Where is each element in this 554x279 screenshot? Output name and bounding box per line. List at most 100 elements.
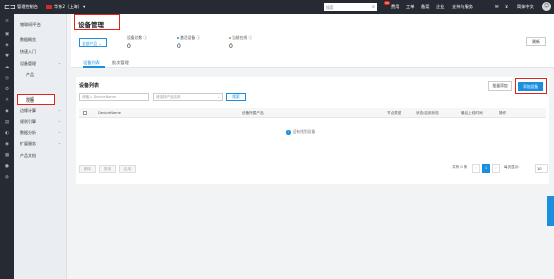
console-link[interactable]: 管理控制台: [17, 4, 38, 10]
nav-tickets[interactable]: 工单: [406, 4, 414, 10]
column-header: 最后上线时间: [461, 110, 483, 115]
prev-page-button[interactable]: ‹: [472, 164, 480, 173]
column-header: 状态/启用状态: [416, 110, 439, 115]
bulk-enable-button[interactable]: 启用: [119, 165, 136, 173]
cloud-icon[interactable]: ☁: [4, 65, 10, 70]
sidebar-title: 物联网平台: [20, 22, 41, 27]
chevron-down-icon: ⌄: [58, 119, 61, 123]
menu-icon[interactable]: ≡: [4, 19, 10, 24]
select-all-checkbox[interactable]: [83, 111, 87, 115]
page-title: 设备管理: [74, 14, 120, 30]
bulk-delete-button[interactable]: 删除: [79, 165, 96, 173]
stat-label: 激活设备: [180, 35, 196, 40]
product-icon-rail: ≡ ▣ ◈ ♥ ☁ ◎ ⚙ ✕ ◆ ▤ ◐ ◉ ▦ ● ◍: [0, 14, 14, 279]
status-dot-icon: [177, 36, 179, 39]
chevron-down-icon: ⌄: [58, 108, 61, 112]
list-icon[interactable]: ▤: [4, 120, 10, 125]
message-badge: 99: [384, 1, 390, 5]
main-content: 设备管理 全部产品 ⌄ 设备总数 ⓘ 0 激活设备 ⓘ 0 当前在线 ⓘ 0 刷…: [67, 14, 554, 279]
empty-state-text: 没有找到设备: [292, 129, 316, 134]
region-label: 华东2（上海）: [54, 4, 82, 9]
stat-label: 当前在线: [232, 35, 248, 40]
product-filter-select[interactable]: 请选择产品名称 ⌄: [153, 93, 223, 101]
favorite-icon[interactable]: ♥: [4, 54, 10, 59]
sidebar-item-group[interactable]: 分组: [26, 96, 34, 102]
sidebar-item-quickstart[interactable]: 快速入门: [20, 49, 36, 55]
sidebar-item-analytics[interactable]: 数据分析: [20, 130, 36, 136]
sidebar-item-device[interactable]: 设备: [17, 94, 55, 105]
next-page-button[interactable]: ›: [492, 164, 500, 173]
chevron-down-icon: ⌄: [58, 61, 61, 65]
page-header: 设备管理 全部产品 ⌄ 设备总数 ⓘ 0 激活设备 ⓘ 0 当前在线 ⓘ 0 刷…: [71, 14, 554, 58]
top-bar: ⊏⊐ 管理控制台 华东2（上海） ▾ 搜索 ⌕ 99 费用 工单 备案 企业 支…: [0, 0, 554, 14]
bulk-disable-button[interactable]: 禁用: [99, 165, 116, 173]
batch-add-button[interactable]: 批量添加: [488, 81, 512, 91]
chevron-down-icon: ⌄: [58, 141, 61, 145]
column-header: 操作: [499, 110, 507, 115]
tab-batch-management[interactable]: 批次管理: [112, 60, 129, 66]
target-icon[interactable]: ◎: [4, 76, 10, 81]
status-dot-icon: [229, 36, 231, 39]
device-name-filter-input[interactable]: 请输入 DeviceName: [79, 93, 149, 101]
per-page-select[interactable]: 10: [535, 164, 548, 173]
sidebar-item-overview[interactable]: 数据概览: [20, 37, 36, 43]
aliyun-logo[interactable]: ⊏⊐: [4, 3, 16, 11]
dashboard-icon[interactable]: ▣: [4, 32, 10, 37]
node-icon[interactable]: ◍: [4, 175, 10, 180]
search-button[interactable]: 搜索: [226, 93, 246, 101]
add-device-highlight: 添加设备: [515, 78, 547, 94]
message-icon[interactable]: ✉: [495, 4, 499, 9]
product-select-value: 全部产品: [82, 40, 98, 46]
column-header[interactable]: DeviceName: [98, 111, 121, 115]
stat-label: 设备总数: [127, 35, 143, 40]
gear-icon[interactable]: ⚙: [4, 87, 10, 92]
column-header: 节点类型: [387, 110, 402, 115]
sidebar-item-product[interactable]: 产品: [26, 72, 34, 78]
grid-icon[interactable]: ▦: [4, 153, 10, 158]
chevron-down-icon: ⌄: [58, 130, 61, 134]
table-header: DeviceName 设备所属产品 节点类型 状态/启用状态 最后上线时间 操作: [79, 108, 546, 118]
region-selector[interactable]: 华东2（上海） ▾: [46, 4, 85, 10]
cart-icon[interactable]: ⊻: [505, 4, 508, 9]
sidebar-item-device-management[interactable]: 设备管理: [20, 61, 36, 67]
tab-bar: 设备列表 批次管理: [71, 58, 554, 68]
product-icon[interactable]: ◈: [4, 43, 10, 48]
stat-value: 0: [177, 43, 181, 50]
product-filter-placeholder: 请选择产品名称: [156, 95, 181, 100]
sidebar-item-edge[interactable]: 边缘计算: [20, 108, 36, 114]
product-select[interactable]: 全部产品 ⌄: [79, 38, 107, 47]
language-switch[interactable]: 简体中文: [517, 4, 534, 10]
global-search-input[interactable]: 搜索: [324, 3, 370, 11]
search-icon[interactable]: ⌕: [370, 3, 377, 11]
radio-icon[interactable]: ◉: [4, 142, 10, 147]
per-page-label: 每页显示:: [504, 165, 520, 169]
add-device-button[interactable]: 添加设备: [518, 81, 543, 91]
half-circle-icon[interactable]: ◐: [4, 131, 10, 136]
nav-filing[interactable]: 备案: [421, 4, 429, 10]
china-flag-icon: [46, 4, 52, 9]
nav-support[interactable]: 支持与服务: [452, 4, 473, 10]
stat-online: 当前在线 ⓘ 0: [229, 35, 253, 50]
sidebar: 物联网平台 数据概览 快速入门 设备管理 ⌄ 产品 设备 分组 边缘计算 ⌄ 规…: [14, 14, 67, 279]
chevron-down-icon: ⌄: [98, 40, 102, 46]
nav-enterprise[interactable]: 企业: [436, 4, 444, 10]
pagination-total: 共有 0 条: [452, 165, 468, 169]
stat-value: 0: [229, 43, 233, 50]
device-list-panel: 设备列表 批量添加 添加设备 请输入 DeviceName 请选择产品名称 ⌄ 搜…: [76, 77, 549, 184]
chevron-down-icon: ▾: [83, 4, 86, 9]
sidebar-item-extensions[interactable]: 扩展服务: [20, 141, 36, 147]
avatar[interactable]: ☺: [542, 2, 551, 11]
diamond-icon[interactable]: ◆: [4, 109, 10, 114]
page-number-button[interactable]: 1: [482, 164, 490, 173]
empty-state: i 没有找到设备: [286, 129, 315, 135]
nav-billing[interactable]: 费用: [391, 4, 399, 10]
refresh-button[interactable]: 刷新: [526, 37, 546, 46]
sidebar-item-rules[interactable]: 规则引擎: [20, 119, 36, 125]
stat-value: 0: [127, 43, 131, 50]
column-header: 设备所属产品: [242, 110, 264, 115]
tools-icon[interactable]: ✕: [4, 98, 10, 103]
active-tab-indicator: [83, 66, 105, 68]
sidebar-item-docs[interactable]: 产品文档: [20, 153, 36, 159]
floating-help-bar[interactable]: [547, 196, 554, 226]
dot-icon[interactable]: ●: [4, 164, 10, 169]
